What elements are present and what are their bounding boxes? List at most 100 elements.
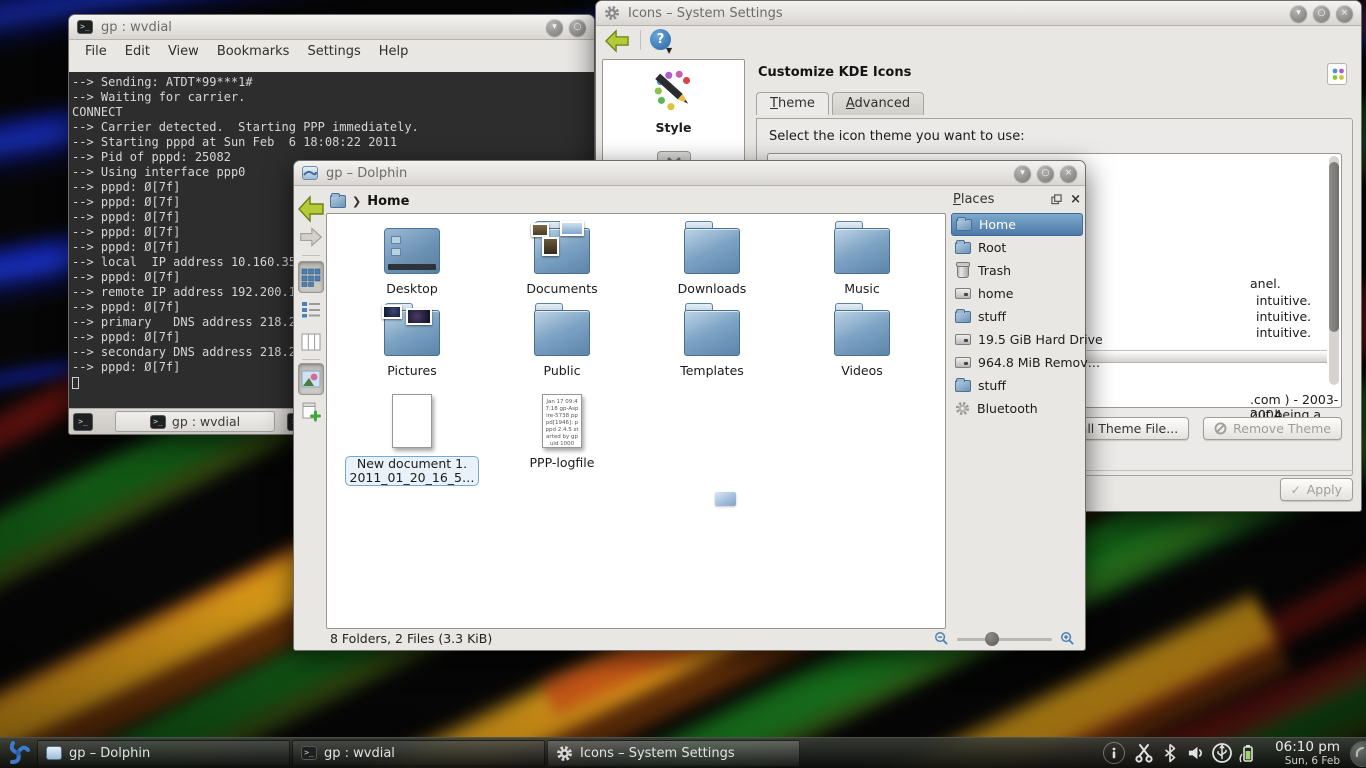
minimize-button[interactable]: ▾ — [1014, 165, 1031, 182]
theme-list-text-fragment: anel. — [1250, 276, 1281, 291]
magnifier-plus-icon[interactable] — [1060, 631, 1075, 646]
folder-item-templates[interactable]: Templates — [637, 306, 787, 378]
folder-icon — [955, 380, 971, 392]
close-button[interactable]: × — [1060, 165, 1077, 182]
drive-icon — [955, 357, 971, 368]
tab-theme[interactable]: Theme — [756, 92, 829, 115]
theme-list-scrollbar[interactable] — [1329, 156, 1339, 385]
new-tab-button[interactable]: >_ — [73, 413, 93, 431]
zoom-slider[interactable] — [957, 632, 1052, 646]
place-bluetooth[interactable]: Bluetooth — [951, 397, 1083, 420]
menu-file[interactable]: File — [77, 43, 115, 60]
terminal-titlebar[interactable]: >_ gp : wvdial ▾ ○ — [69, 15, 594, 40]
minimize-button[interactable]: ▾ — [546, 19, 563, 36]
item-label: Templates — [637, 364, 787, 378]
maximize-button[interactable]: ○ — [1037, 165, 1054, 182]
home-icon[interactable] — [330, 195, 346, 208]
clock-time: 06:10 pm — [1275, 740, 1340, 755]
dolphin-window: gp – Dolphin ▾ ○ × ❯ Home — [293, 160, 1086, 651]
maximize-button[interactable]: ○ — [1313, 5, 1330, 22]
icon-grid-button[interactable] — [1327, 63, 1347, 85]
zoom-slider-handle[interactable] — [985, 632, 999, 646]
volume-icon[interactable] — [1183, 738, 1209, 768]
folder-item-music[interactable]: Music — [787, 224, 937, 296]
clock[interactable]: 06:10 pm Sun, 6 Feb — [1269, 738, 1346, 768]
place-removable[interactable]: 964.8 MiB Remov… — [951, 351, 1083, 374]
folder-item-videos[interactable]: Videos — [787, 306, 937, 378]
icons-view-icon — [301, 267, 321, 287]
maximize-button[interactable]: ○ — [569, 19, 586, 36]
menu-edit[interactable]: Edit — [117, 43, 158, 60]
detach-panel-icon[interactable] — [1051, 194, 1062, 205]
folder-view[interactable]: Desktop Documents Downloads Mu — [326, 213, 946, 629]
bluetooth-icon[interactable] — [1157, 738, 1183, 768]
close-panel-icon[interactable]: × — [1070, 194, 1081, 205]
gear-icon — [556, 745, 573, 762]
folder-item-public[interactable]: Public — [487, 306, 637, 378]
settings-heading: Customize KDE Icons — [758, 65, 1353, 80]
kde-launcher-icon[interactable] — [0, 738, 36, 768]
place-stuff[interactable]: stuff — [951, 305, 1083, 328]
folder-icon — [684, 228, 740, 274]
no-entry-icon — [1214, 422, 1227, 435]
minimize-button[interactable]: ▾ — [1290, 5, 1307, 22]
folder-item-documents[interactable]: Documents — [487, 224, 637, 296]
usb-icon[interactable] — [1209, 738, 1235, 768]
toolbar-separator — [640, 30, 641, 50]
place-home-partition[interactable]: home — [951, 282, 1083, 305]
columns-view-icon — [301, 333, 321, 351]
sidebar-item-style[interactable]: Style — [603, 60, 744, 135]
drive-icon — [955, 288, 971, 299]
preview-icon — [301, 370, 321, 388]
magnifier-minus-icon[interactable] — [934, 631, 949, 646]
task-wvdial[interactable]: >_ gp : wvdial — [292, 740, 545, 766]
place-root[interactable]: Root — [951, 236, 1083, 259]
forward-icon[interactable] — [298, 223, 324, 251]
clock-date: Sun, 6 Feb — [1285, 755, 1340, 767]
folder-item-downloads[interactable]: Downloads — [637, 224, 787, 296]
folder-item-pictures[interactable]: Pictures — [337, 306, 487, 378]
taskbar: gp – Dolphin >_ gp : wvdial Icons – Syst… — [0, 737, 1366, 768]
theme-list-text-fragment: intuitive. — [1256, 309, 1311, 324]
tab-advanced[interactable]: Advanced — [832, 92, 924, 115]
menu-view[interactable]: View — [160, 43, 207, 60]
menu-bookmarks[interactable]: Bookmarks — [209, 43, 298, 60]
back-icon[interactable] — [604, 29, 630, 53]
apply-button[interactable]: ✓ Apply — [1280, 478, 1353, 501]
preview-button[interactable] — [298, 363, 324, 395]
menu-help[interactable]: Help — [371, 43, 417, 60]
file-item-new-document[interactable]: New document 1. 2011_01_20_16_5… — [337, 394, 487, 486]
dolphin-titlebar[interactable]: gp – Dolphin ▾ ○ × — [294, 161, 1085, 186]
task-system-settings[interactable]: Icons – System Settings — [547, 740, 800, 766]
select-theme-label: Select the icon theme you want to use: — [769, 129, 1342, 144]
text-file-icon: Jan 17 09:4 7:18 gp-Asp ire-5738 pp pd[1… — [542, 394, 582, 448]
info-icon[interactable] — [1103, 742, 1125, 764]
back-icon[interactable] — [297, 194, 325, 224]
folder-item-desktop[interactable]: Desktop — [337, 224, 487, 296]
terminal-tab[interactable]: >_ gp : wvdial — [115, 411, 275, 432]
breadcrumb-location[interactable]: Home — [367, 194, 409, 209]
system-settings-toolbar: ? ▼ — [596, 26, 1361, 56]
scissors-icon[interactable] — [1131, 738, 1157, 768]
details-view-button[interactable] — [298, 295, 324, 323]
folder-icon — [834, 310, 890, 356]
columns-view-button[interactable] — [298, 328, 324, 356]
close-button[interactable]: × — [1336, 5, 1353, 22]
battery-icon[interactable] — [1235, 738, 1261, 768]
panel-cashew-icon[interactable] — [1346, 738, 1366, 768]
task-dolphin[interactable]: gp – Dolphin — [37, 740, 290, 766]
split-view-button[interactable] — [298, 398, 324, 426]
place-hard-drive[interactable]: 19.5 GiB Hard Drive — [951, 328, 1083, 351]
icons-view-button[interactable] — [298, 261, 324, 293]
menu-settings[interactable]: Settings — [299, 43, 368, 60]
place-stuff-2[interactable]: stuff — [951, 374, 1083, 397]
trash-icon — [957, 264, 969, 278]
place-home[interactable]: Home — [951, 213, 1083, 236]
remove-theme-button[interactable]: Remove Theme — [1203, 417, 1342, 440]
details-view-icon — [301, 300, 321, 318]
place-trash[interactable]: Trash — [951, 259, 1083, 282]
system-settings-titlebar[interactable]: Icons – System Settings ▾ ○ × — [596, 1, 1361, 26]
item-label: Pictures — [337, 364, 487, 378]
scrollbar-thumb[interactable] — [1329, 162, 1339, 332]
file-item-ppp-logfile[interactable]: Jan 17 09:4 7:18 gp-Asp ire-5738 pp pd[1… — [487, 394, 637, 486]
